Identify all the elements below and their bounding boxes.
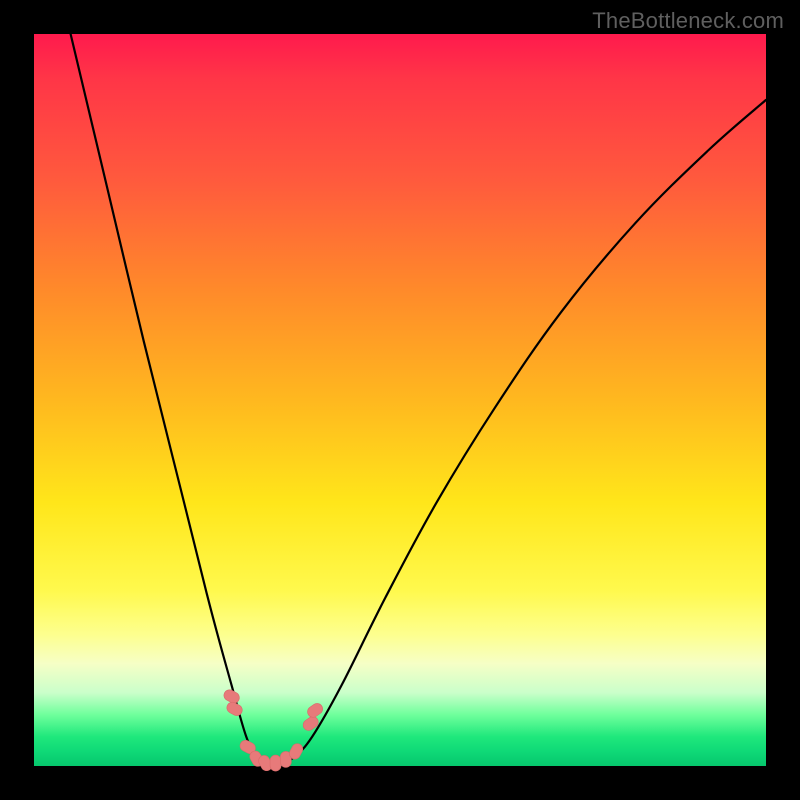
chart-svg xyxy=(34,34,766,766)
valley-marker xyxy=(225,700,244,717)
valley-marker xyxy=(305,701,324,719)
valley-markers xyxy=(222,688,325,773)
valley-marker xyxy=(270,755,281,771)
plot-area xyxy=(34,34,766,766)
bottleneck-curve-path xyxy=(71,34,766,765)
watermark-text: TheBottleneck.com xyxy=(592,8,784,34)
outer-frame: TheBottleneck.com xyxy=(0,0,800,800)
